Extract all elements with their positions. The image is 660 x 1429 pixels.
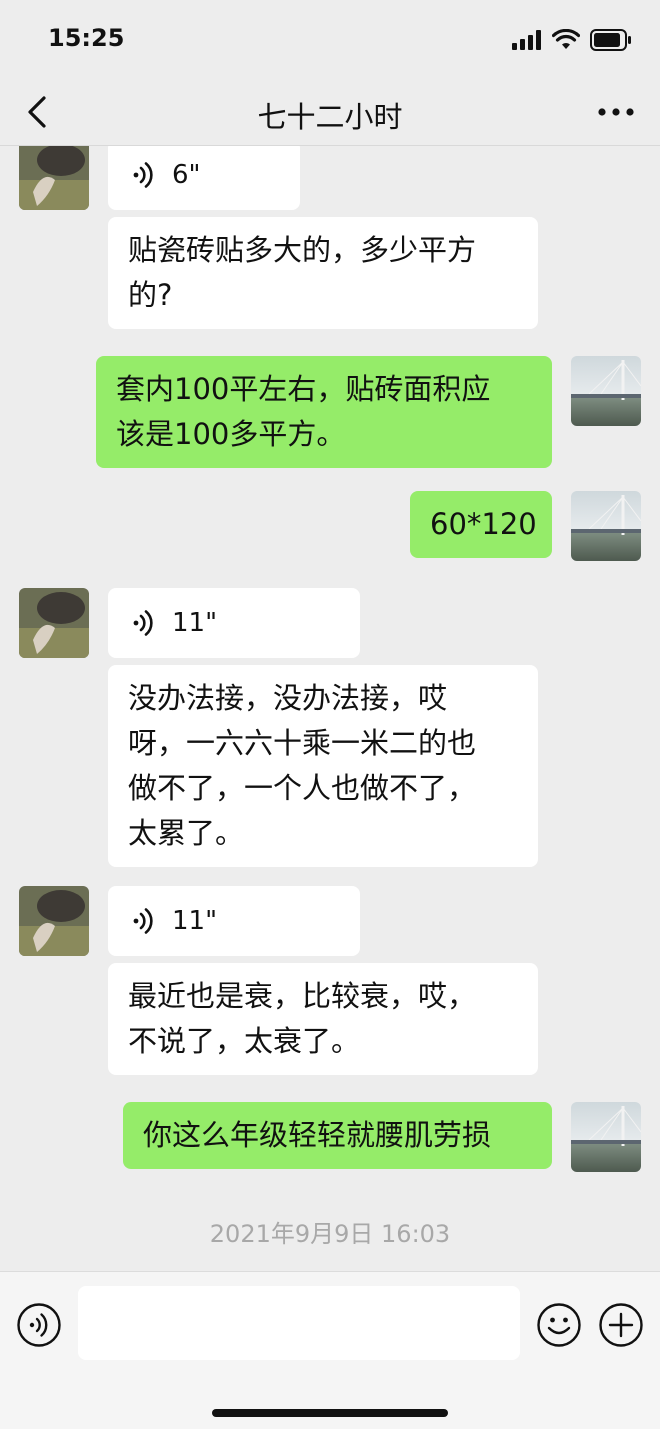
message-line: 贴瓷砖贴多大的，多少平方 [128,233,477,267]
message-line: 套内100平左右，贴砖面积应 [116,372,491,406]
voice-wave-icon [133,162,153,188]
status-icons [512,28,632,52]
message-input[interactable] [78,1286,520,1360]
status-bar: 15:25 [0,0,660,80]
contact-avatar[interactable] [19,146,89,210]
more-dots-icon[interactable] [594,94,638,130]
chevron-left-icon[interactable] [20,92,60,132]
message-timestamp: 2021年9月9日 16:03 [209,1220,451,1248]
message-line: 你这么年级轻轻就腰肌劳损 [143,1118,492,1152]
voice-duration: 6" [172,159,201,190]
message-line: 不说了，太衰了。 [128,1024,361,1058]
voice-message[interactable]: 11" [108,886,360,956]
text-message[interactable]: 60*120 [410,491,552,558]
text-message[interactable]: 最近也是衰，比较衰，哎， 不说了，太衰了。 [108,963,538,1075]
text-message[interactable]: 贴瓷砖贴多大的，多少平方 的? [108,217,538,329]
contact-avatar[interactable] [19,886,89,956]
battery-icon [590,29,631,51]
contact-avatar[interactable] [19,588,89,658]
message-line: 60*120 [430,507,537,541]
message-line: 没办法接，没办法接，哎 [128,681,448,715]
home-indicator [212,1409,448,1417]
voice-duration: 11" [172,607,218,638]
message-line: 的? [128,278,173,312]
voice-wave-icon[interactable] [16,1302,62,1348]
plus-circle-icon[interactable] [598,1302,644,1348]
emoji-smile-icon[interactable] [536,1302,582,1348]
message-line: 呀，一六六十乘一米二的也 [128,726,477,760]
message-line: 做不了，一个人也做不了， [128,771,477,805]
wifi-icon [552,29,580,49]
message-line: 最近也是衰，比较衰，哎， [128,979,477,1013]
input-bar [0,1271,660,1429]
message-list[interactable]: 6" 贴瓷砖贴多大的，多少平方 的? 套内100平左右，贴砖面积应 该是100多… [0,146,660,1271]
my-avatar[interactable] [571,356,641,426]
my-avatar[interactable] [571,491,641,561]
voice-wave-icon [133,610,153,636]
message-line: 该是100多平方。 [116,417,346,451]
text-message[interactable]: 套内100平左右，贴砖面积应 该是100多平方。 [96,356,552,468]
text-message[interactable]: 你这么年级轻轻就腰肌劳损 [123,1102,552,1169]
status-time: 15:25 [48,24,125,52]
text-message[interactable]: 没办法接，没办法接，哎 呀，一六六十乘一米二的也 做不了，一个人也做不了， 太累… [108,665,538,867]
voice-duration: 11" [172,905,218,936]
chat-header: 七十二小时 [0,80,660,146]
signal-icon [512,30,541,50]
message-line: 太累了。 [128,816,245,850]
voice-wave-icon [133,908,153,934]
chat-title: 七十二小时 [257,100,403,134]
voice-message[interactable]: 11" [108,588,360,658]
voice-message[interactable]: 6" [108,146,300,210]
my-avatar[interactable] [571,1102,641,1172]
